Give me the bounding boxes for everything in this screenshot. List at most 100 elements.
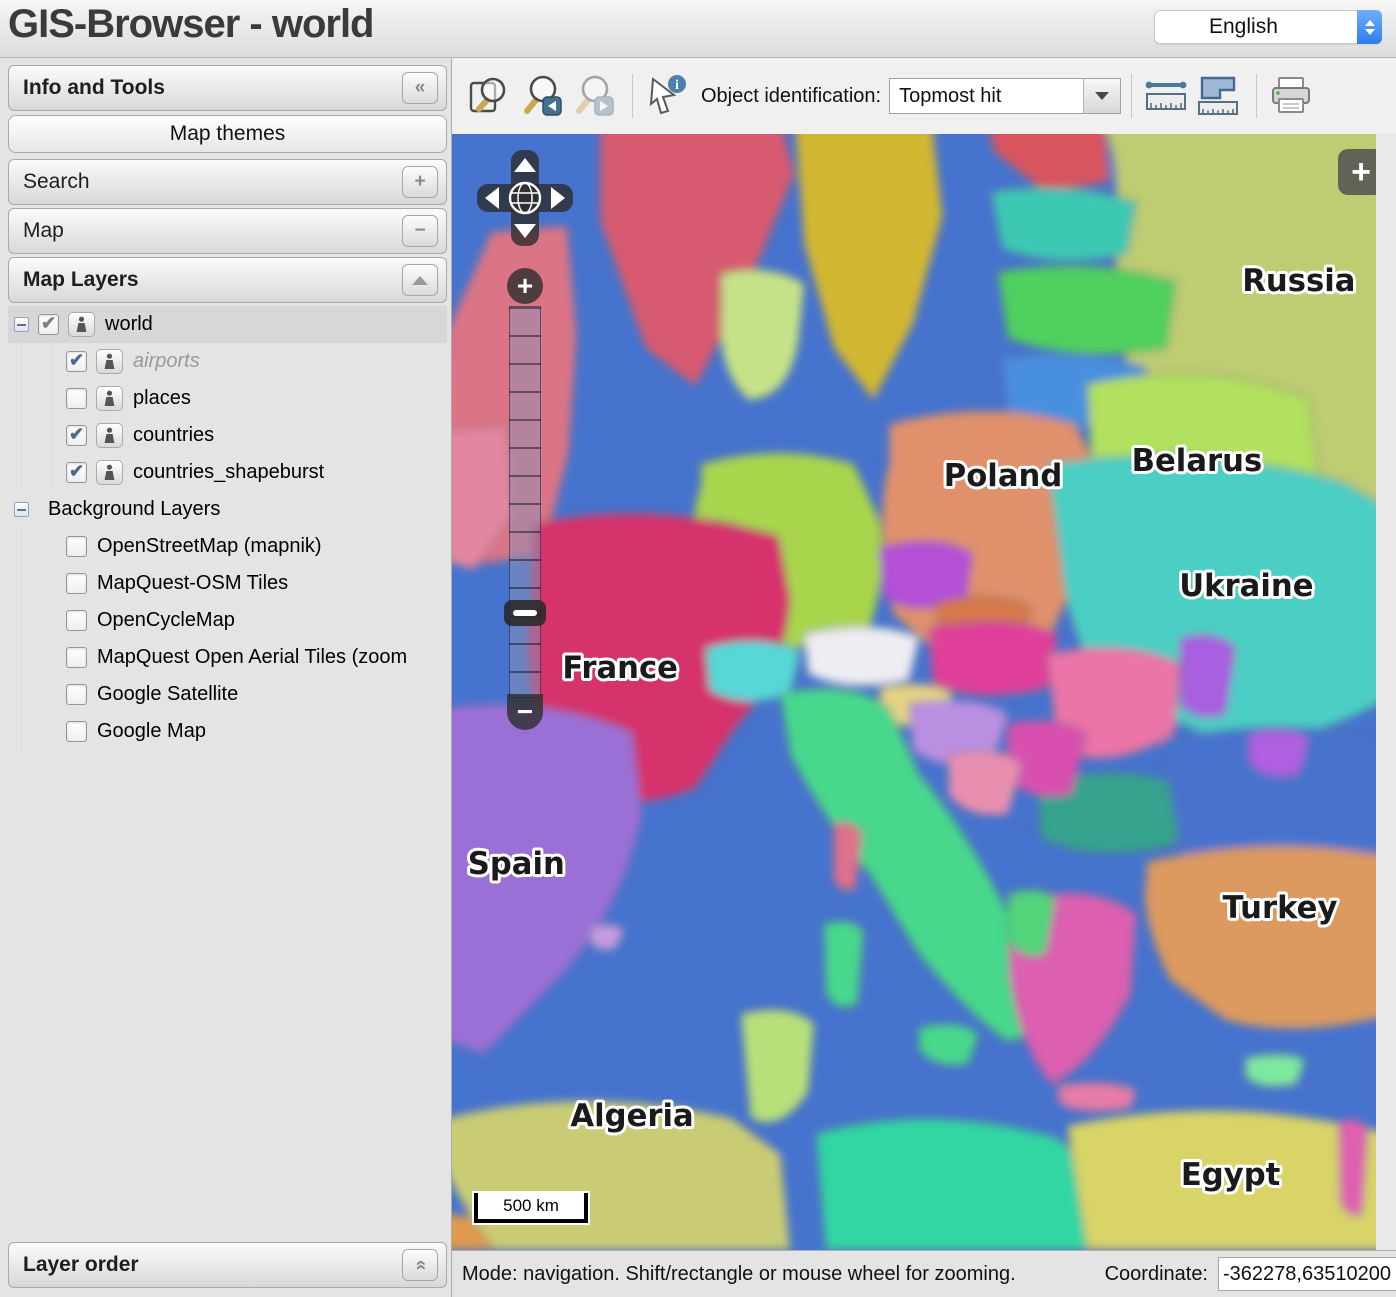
layer-switcher-maximize-button[interactable]: + [1338,149,1376,195]
zoom-previous-button[interactable] [518,72,566,120]
scale-bar: 500 km [474,1193,588,1223]
openstreetmap-checkbox[interactable] [66,536,87,557]
airports-checkbox[interactable] [66,351,87,372]
map-toolbar: i Object identification: Topmost hit [452,58,1396,134]
layer-label: airports [133,350,200,373]
toolbar-separator [1131,74,1132,118]
search-expand-button[interactable]: + [402,166,438,198]
layer-row-opencyclemap[interactable]: OpenCycleMap [8,602,447,639]
background-layers-group-label: Background Layers [48,498,220,521]
collapse-minus-icon[interactable] [14,317,29,332]
coordinate-input[interactable] [1218,1257,1396,1291]
layer-order-expand-button[interactable]: « [402,1249,438,1281]
map-section-title: Map [23,219,64,243]
layer-row-google-map[interactable]: Google Map [8,713,447,750]
layer-row-openstreetmap[interactable]: OpenStreetMap (mapnik) [8,528,447,565]
search-section-title: Search [23,170,90,194]
country-libya [816,1119,1087,1250]
layer-tree: world airports [8,306,447,750]
select-spinner-icon [1357,10,1382,44]
airports-info-button[interactable] [96,349,123,374]
chevron-up-icon [412,276,428,285]
zoom-full-extent-button[interactable] [466,72,514,120]
google-map-checkbox[interactable] [66,721,87,742]
pan-control[interactable] [477,150,573,246]
layer-row-mapquest-osm[interactable]: MapQuest-OSM Tiles [8,565,447,602]
layer-label: countries [133,424,214,447]
label-spain: Spain [468,846,565,882]
europe-map: Russia Belarus Poland Ukraine France Spa… [452,134,1376,1250]
layer-row-world[interactable]: world [8,306,447,343]
opencyclemap-checkbox[interactable] [66,610,87,631]
identify-button[interactable]: i [643,72,691,120]
label-russia: Russia [1242,263,1355,299]
object-identification-label: Object identification: [701,85,881,108]
mode-text: Mode: navigation. Shift/rectangle or mou… [462,1263,1016,1286]
layer-label: countries_shapeburst [133,461,324,484]
countries-checkbox[interactable] [66,425,87,446]
layer-row-mapquest-aerial[interactable]: MapQuest Open Aerial Tiles (zoom [8,639,447,676]
places-checkbox[interactable] [66,388,87,409]
sidebar: Info and Tools « Map themes Search + Map… [0,58,452,1297]
country-crimea [1249,730,1308,776]
language-select[interactable]: English [1154,10,1382,44]
map-section-header[interactable]: Map − [8,208,447,254]
layer-label: Google Map [97,720,206,743]
combo-dropdown-button[interactable] [1083,79,1120,113]
zoom-out-button[interactable]: − [507,694,543,730]
google-satellite-checkbox[interactable] [66,684,87,705]
measure-distance-button[interactable] [1142,72,1190,120]
country-austria [804,627,919,686]
layer-order-header[interactable]: Layer order « [8,1242,447,1288]
label-poland: Poland [944,458,1063,494]
mapquest-osm-checkbox[interactable] [66,573,87,594]
info-and-tools-header: Info and Tools « [8,65,447,111]
countries-info-button[interactable] [96,423,123,448]
identification-mode-select[interactable]: Topmost hit [889,78,1121,114]
map-layers-section-header[interactable]: Map Layers [8,257,447,303]
countries-shapeburst-checkbox[interactable] [66,462,87,483]
layer-label: OpenCycleMap [97,609,235,632]
info-person-icon [102,353,117,370]
country-sardinia [824,921,864,1007]
countries-shapeburst-info-button[interactable] [96,460,123,485]
layer-label: world [105,313,153,336]
zoom-slider-track[interactable] [509,306,541,698]
collapse-minus-icon[interactable] [14,502,29,517]
layer-row-places[interactable]: places [8,380,447,417]
label-ukraine: Ukraine [1179,568,1313,604]
layer-row-google-satellite[interactable]: Google Satellite [8,676,447,713]
layer-row-airports[interactable]: airports [8,343,447,380]
app-header: GIS-Browser - world English [0,0,1396,58]
places-info-button[interactable] [96,386,123,411]
chevron-down-icon [1095,92,1109,100]
layer-row-countries[interactable]: countries [8,417,447,454]
identify-icon: i [644,73,690,119]
mapquest-aerial-checkbox[interactable] [66,647,87,668]
scale-bar-label: 500 km [503,1196,559,1216]
zoom-in-button[interactable]: + [507,268,543,304]
zoom-next-button[interactable] [570,72,618,120]
layer-label: MapQuest-OSM Tiles [97,572,288,595]
search-section-header[interactable]: Search + [8,159,447,205]
map-themes-button[interactable]: Map themes [8,115,447,153]
map-canvas[interactable]: Russia Belarus Poland Ukraine France Spa… [452,134,1376,1250]
map-collapse-button[interactable]: − [402,215,438,247]
zoom-slider-handle[interactable] [504,600,546,626]
sidebar-collapse-button[interactable]: « [402,72,438,104]
layer-label: OpenStreetMap (mapnik) [97,535,322,558]
zoom-previous-icon [519,73,565,119]
country-moldova [1180,635,1235,718]
background-layers-group-row[interactable]: Background Layers [8,491,447,528]
identification-mode-value: Topmost hit [890,85,1083,108]
world-checkbox[interactable] [38,314,59,335]
info-and-tools-title: Info and Tools [23,76,165,100]
map-layers-collapse-button[interactable] [402,264,438,296]
status-bar: Mode: navigation. Shift/rectangle or mou… [452,1250,1396,1297]
language-select-value: English [1155,15,1357,39]
country-israel [1338,1120,1368,1216]
measure-area-button[interactable] [1194,72,1242,120]
layer-row-countries-shapeburst[interactable]: countries_shapeburst [8,454,447,491]
print-button[interactable] [1267,72,1315,120]
world-info-button[interactable] [68,312,95,337]
